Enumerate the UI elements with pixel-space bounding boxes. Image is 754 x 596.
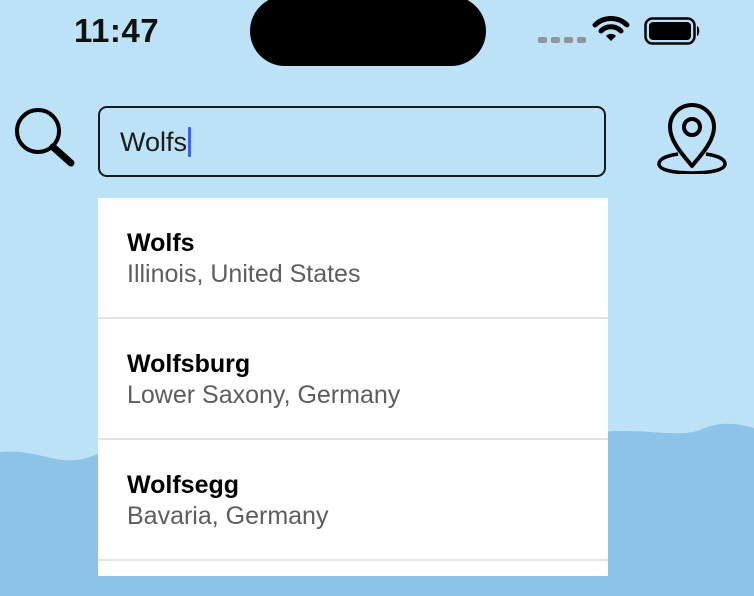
status-time: 11:47 xyxy=(74,12,160,49)
result-region: Bavaria, Germany xyxy=(127,502,329,530)
result-name: Wolfsegg xyxy=(127,471,240,499)
cellular-signal-icon xyxy=(538,37,586,43)
result-item[interactable]: Wolfsburg Lower Saxony, Germany xyxy=(98,319,608,440)
result-name: Wolfs xyxy=(127,229,195,257)
search-input[interactable]: Wolfs xyxy=(98,106,606,177)
wifi-icon xyxy=(592,16,630,41)
result-region: Illinois, United States xyxy=(127,260,361,288)
result-region: Lower Saxony, Germany xyxy=(127,381,401,409)
status-bar: 11:47 xyxy=(0,0,754,80)
battery-icon xyxy=(644,17,700,45)
search-input-value: Wolfs xyxy=(120,126,188,157)
result-item[interactable]: Wolfs Illinois, United States xyxy=(98,198,608,319)
location-pin-icon[interactable] xyxy=(656,100,728,174)
text-cursor xyxy=(188,126,192,157)
search-icon[interactable] xyxy=(9,105,77,169)
dynamic-island xyxy=(250,0,486,66)
search-results-list: Wolfs Illinois, United States Wolfsburg … xyxy=(98,198,608,576)
result-item[interactable]: Wolfsegg Bavaria, Germany xyxy=(98,440,608,561)
result-name: Wolfsburg xyxy=(127,350,251,378)
